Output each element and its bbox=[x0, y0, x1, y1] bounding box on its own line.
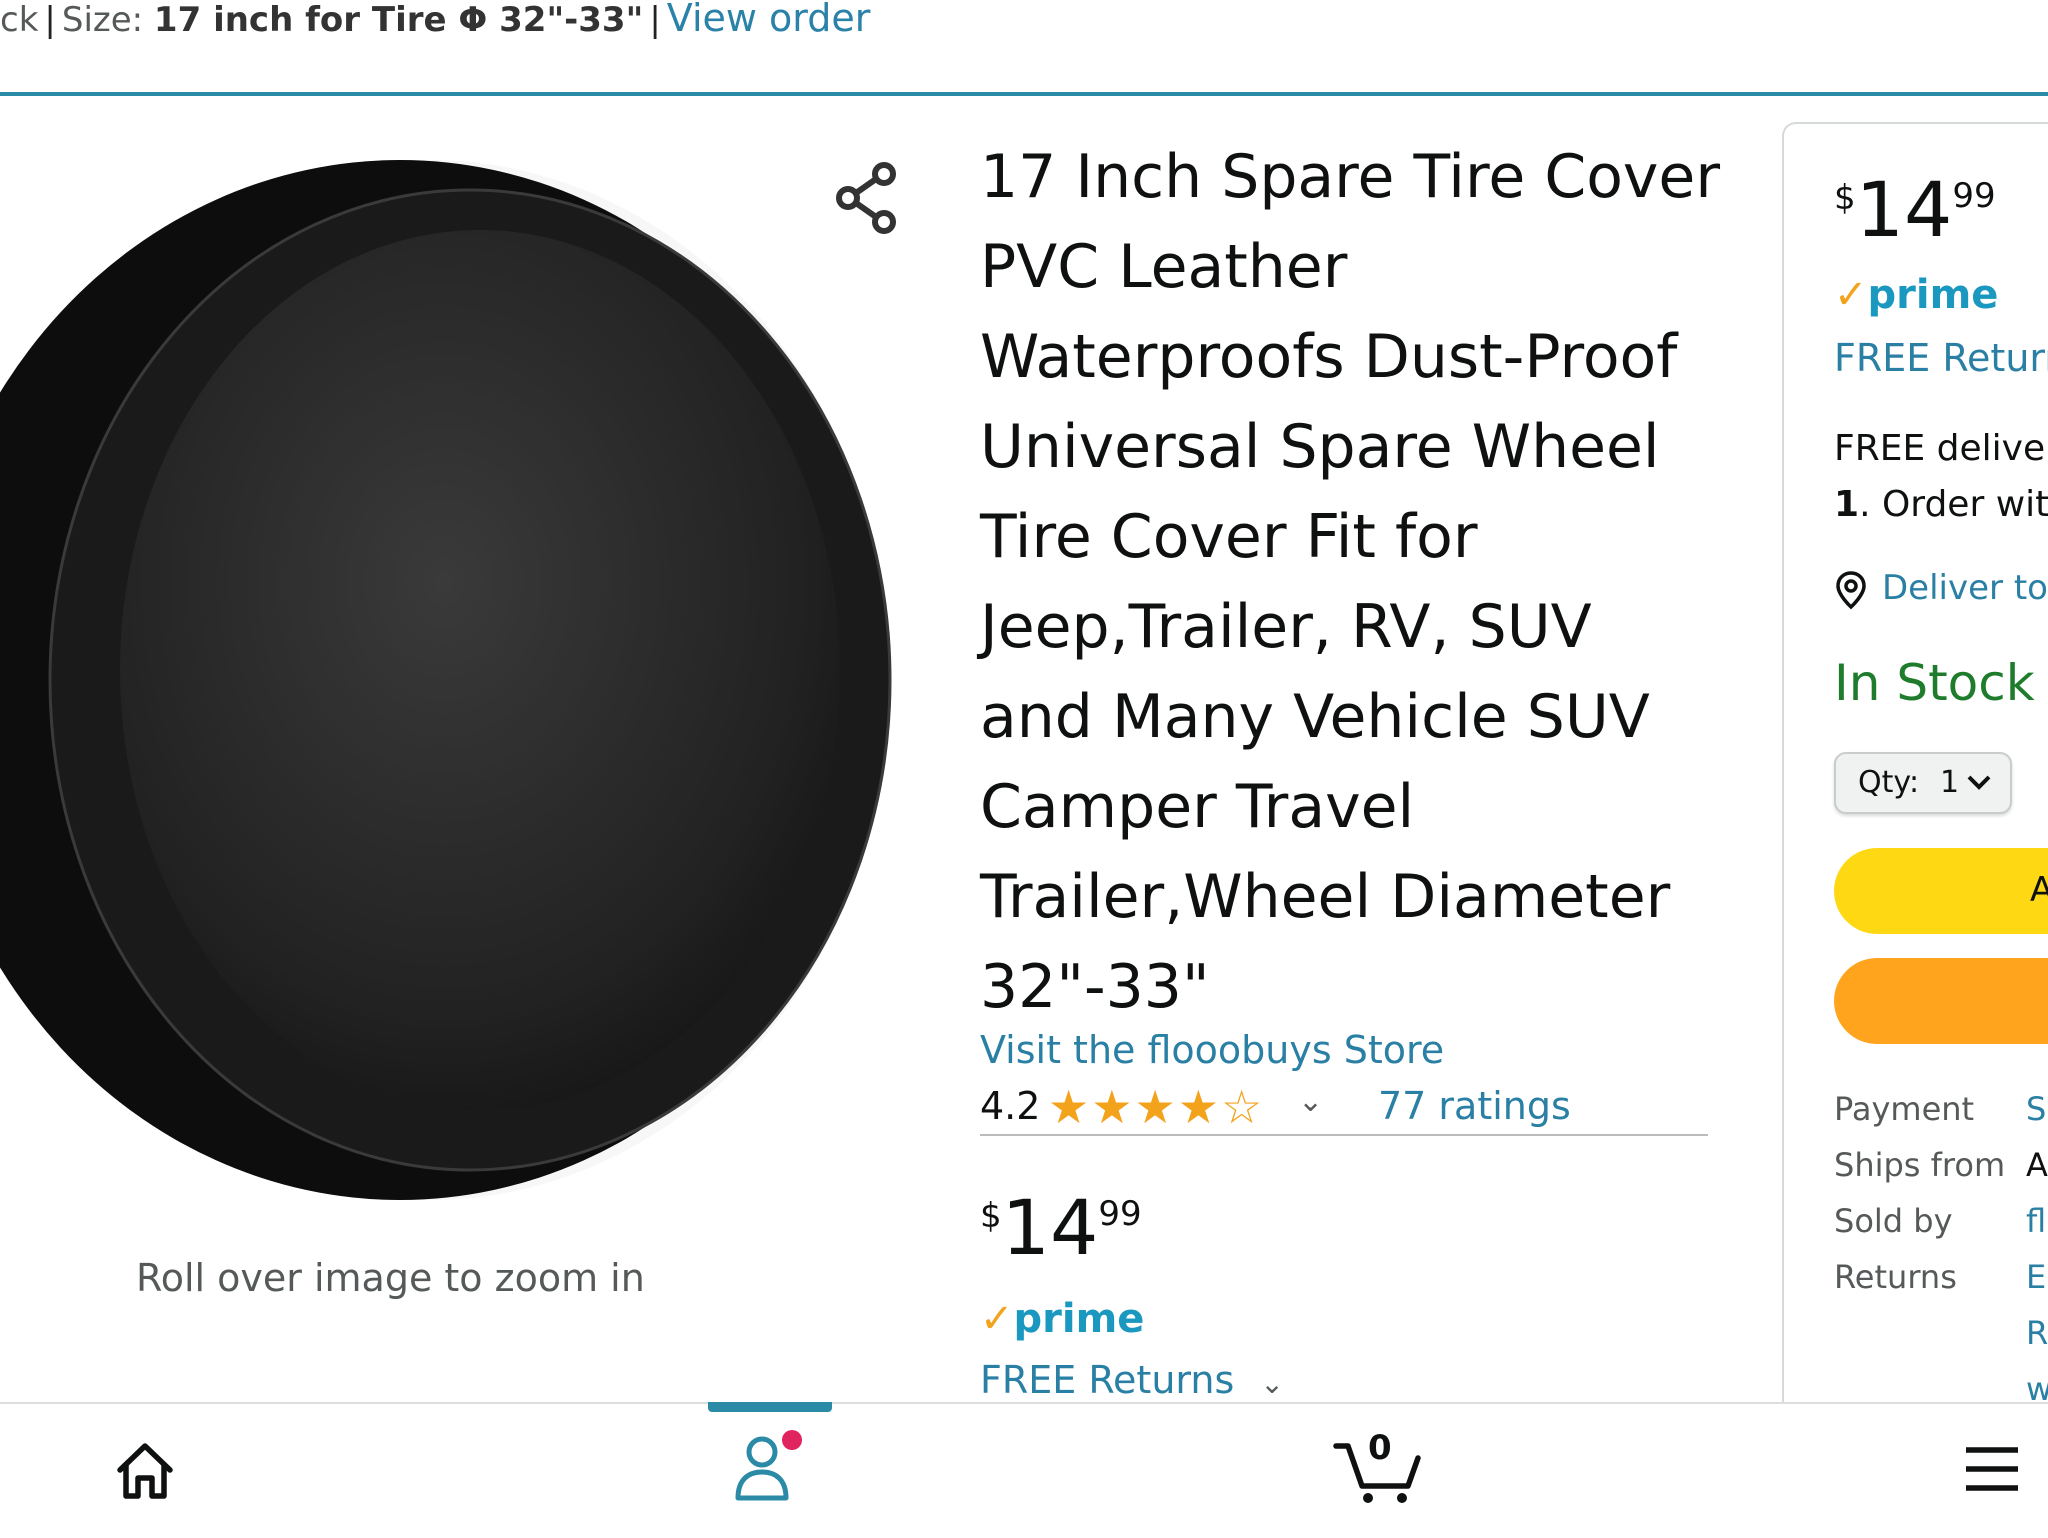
notification-dot-icon bbox=[782, 1430, 802, 1450]
star-full-icon: ★ bbox=[1048, 1080, 1092, 1134]
delivery-info: FREE deliver bbox=[1834, 428, 2048, 469]
rating-value: 4.2 bbox=[980, 1084, 1041, 1128]
share-icon[interactable] bbox=[834, 160, 898, 236]
qty-value: 1 bbox=[1940, 765, 1960, 800]
deliver-to-link[interactable]: Deliver to bbox=[1834, 568, 2048, 610]
price-currency: $ bbox=[1834, 178, 1856, 218]
active-tab-indicator bbox=[708, 1402, 832, 1412]
chevron-down-icon bbox=[1967, 775, 1991, 790]
quantity-select[interactable]: Qty: 1 bbox=[1834, 752, 2012, 814]
banner-lead-text: ck bbox=[0, 0, 39, 40]
order-within-info: 1. Order wit bbox=[1834, 484, 2048, 525]
price-whole: 14 bbox=[1001, 1183, 1099, 1272]
add-to-cart-label: A bbox=[2030, 870, 2048, 910]
returns-label: Returns bbox=[1834, 1258, 1957, 1296]
payment-label: Payment bbox=[1834, 1090, 1975, 1128]
stock-status: In Stock bbox=[1834, 654, 2035, 712]
ships-from-value: A bbox=[2026, 1146, 2048, 1184]
price-currency: $ bbox=[980, 1196, 1002, 1236]
banner-divider bbox=[0, 92, 2048, 96]
free-returns-link[interactable]: FREE Returns ⌄ bbox=[980, 1358, 1284, 1402]
returns-value-line2[interactable]: R bbox=[2026, 1314, 2048, 1352]
ratings-count-link[interactable]: 77 ratings bbox=[1378, 1084, 1571, 1128]
account-icon[interactable] bbox=[730, 1428, 810, 1504]
order-text: . Order wit bbox=[1859, 484, 2048, 525]
free-returns-label: FREE Returns bbox=[980, 1358, 1235, 1402]
store-link[interactable]: Visit the flooobuys Store bbox=[980, 1028, 1444, 1072]
product-title: 17 Inch Spare Tire Cover PVC Leather Wat… bbox=[980, 142, 1721, 1022]
add-to-cart-button[interactable]: A bbox=[1834, 848, 2048, 934]
size-value: 17 inch for Tire Φ 32"-33" bbox=[153, 0, 644, 40]
rating-stars[interactable]: ★★★★☆ bbox=[1048, 1080, 1264, 1134]
buybox-free-returns-link[interactable]: FREE Return bbox=[1834, 336, 2048, 380]
star-full-icon: ★ bbox=[1134, 1080, 1178, 1134]
deliver-to-label: Deliver to bbox=[1882, 568, 2048, 608]
divider bbox=[980, 1134, 1708, 1136]
price-fraction: 99 bbox=[1098, 1194, 1142, 1234]
prime-check-icon: ✓ bbox=[980, 1296, 1014, 1342]
prime-badge: ✓prime bbox=[1834, 272, 1998, 318]
prime-label: prime bbox=[1867, 272, 1999, 318]
buy-now-button[interactable] bbox=[1834, 958, 2048, 1044]
ships-from-label: Ships from bbox=[1834, 1146, 2006, 1184]
size-label: Size: bbox=[61, 0, 144, 40]
star-full-icon: ★ bbox=[1091, 1080, 1135, 1134]
menu-icon[interactable] bbox=[1964, 1446, 2020, 1492]
sold-by-label: Sold by bbox=[1834, 1202, 1953, 1240]
prime-check-icon: ✓ bbox=[1834, 272, 1868, 318]
prime-label: prime bbox=[1013, 1296, 1145, 1342]
returns-value[interactable]: E bbox=[2026, 1258, 2046, 1296]
buybox-price: $1499 bbox=[1834, 172, 1996, 248]
qty-label: Qty: bbox=[1858, 765, 1920, 800]
price-fraction: 99 bbox=[1952, 176, 1996, 216]
rating-row[interactable]: 4.2 ★★★★☆ ⌄ 77 ratings bbox=[980, 1080, 1708, 1134]
price-whole: 14 bbox=[1855, 165, 1953, 254]
home-icon[interactable] bbox=[114, 1440, 176, 1502]
payment-value[interactable]: S bbox=[2026, 1090, 2046, 1128]
chevron-down-icon[interactable]: ⌄ bbox=[1298, 1084, 1323, 1119]
star-full-icon: ★ bbox=[1177, 1080, 1221, 1134]
prime-badge: ✓prime bbox=[980, 1296, 1144, 1342]
location-pin-icon bbox=[1836, 570, 1866, 609]
order-size-banner: ck | Size: 17 inch for Tire Φ 32"-33" | View… bbox=[0, 0, 870, 40]
product-price: $1499 bbox=[980, 1190, 1142, 1266]
chevron-down-icon: ⌄ bbox=[1260, 1367, 1284, 1400]
star-empty-icon: ☆ bbox=[1221, 1080, 1265, 1134]
cart-count-badge: 0 bbox=[1368, 1428, 1392, 1468]
sold-by-value[interactable]: fl bbox=[2026, 1202, 2046, 1240]
zoom-hint: Roll over image to zoom in bbox=[136, 1256, 645, 1300]
order-number: 1 bbox=[1834, 484, 1860, 525]
bottom-navigation bbox=[0, 1402, 2048, 1538]
product-image[interactable] bbox=[0, 160, 920, 1220]
view-order-link[interactable]: View order bbox=[667, 0, 871, 40]
